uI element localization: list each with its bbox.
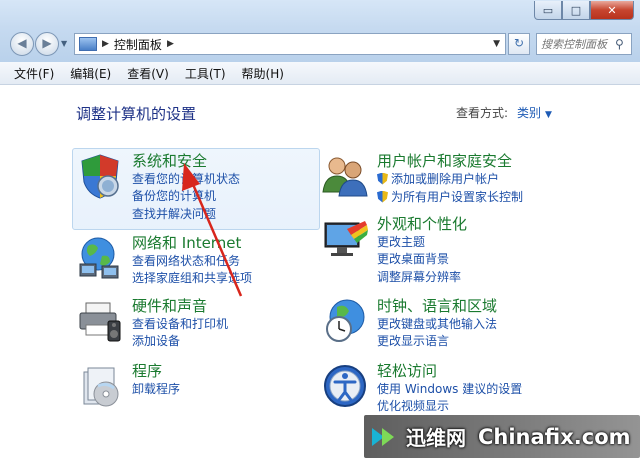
category-title[interactable]: 轻松访问 [377,360,437,381]
link-view-computer-status[interactable]: 查看您的计算机状态 [132,170,240,187]
view-by-dropdown[interactable]: 类别 ▼ [517,104,552,121]
link-change-theme[interactable]: 更改主题 [377,233,425,250]
watermark-content: 迅维网 Chinafix.com [368,420,631,454]
link-view-network-status[interactable]: 查看网络状态和任务 [132,252,240,269]
address-dropdown-icon[interactable]: ▼ [493,39,500,49]
category-network-internet: 网络和 Internet 查看网络状态和任务 选择家庭组和共享选项 [76,232,316,286]
control-panel-icon [79,37,97,51]
recent-pages-dropdown[interactable]: ▼ [61,39,67,48]
category-title[interactable]: 硬件和声音 [132,295,207,316]
category-clock-region: 时钟、语言和区域 更改键盘或其他输入法 更改显示语言 [321,295,621,350]
menu-help[interactable]: 帮助(H) [242,65,284,82]
search-box[interactable]: ⚲ [536,33,632,55]
category-title[interactable]: 时钟、语言和区域 [377,295,497,316]
link-text[interactable]: 为所有用户设置家长控制 [391,188,523,205]
view-by-label: 查看方式: [456,106,509,120]
back-arrow-icon: ◀ [17,36,27,50]
category-title[interactable]: 程序 [132,360,162,381]
uac-shield-icon [377,190,388,203]
link-find-fix-problems[interactable]: 查找并解决问题 [132,205,216,222]
link-text[interactable]: 添加或删除用户帐户 [391,170,499,187]
menu-edit[interactable]: 编辑(E) [70,65,111,82]
control-panel-window: ▭ □ ✕ ◀ ▶ ▼ ▶ 控制面板 ▶ ▼ ↻ ⚲ 文件(F) 编辑(E) 查… [0,0,640,458]
ease-of-access-icon[interactable] [321,362,369,410]
search-input[interactable] [541,37,613,51]
view-by-value[interactable]: 类别 [517,106,541,120]
address-bar[interactable]: ▶ 控制面板 ▶ ▼ [74,33,506,55]
breadcrumb-chevron-icon[interactable]: ▶ [102,39,109,49]
user-accounts-icon[interactable] [321,152,369,200]
network-internet-icon[interactable] [76,234,124,282]
link-devices-printers[interactable]: 查看设备和打印机 [132,315,228,332]
forward-arrow-icon: ▶ [42,36,52,50]
page-title: 调整计算机的设置 [76,105,197,123]
link-windows-recommended-settings[interactable]: 使用 Windows 建议的设置 [377,380,522,397]
link-change-keyboard-input[interactable]: 更改键盘或其他输入法 [377,315,497,332]
link-change-display-language[interactable]: 更改显示语言 [377,332,449,349]
watermark-cn: 迅维网 [406,426,466,450]
minimize-button[interactable]: ▭ [534,1,562,20]
category-appearance: 外观和个性化 更改主题 更改桌面背景 调整屏幕分辨率 [321,213,621,285]
watermark: 迅维网 Chinafix.com [364,415,640,458]
category-title[interactable]: 外观和个性化 [377,213,467,234]
link-optimize-visual-display[interactable]: 优化视频显示 [377,397,449,414]
hardware-sound-icon[interactable] [76,297,124,345]
uac-shield-icon [377,172,388,185]
breadcrumb-control-panel[interactable]: 控制面板 [114,36,162,53]
forward-button[interactable]: ▶ [35,32,59,56]
window-chrome: ▭ □ ✕ ◀ ▶ ▼ ▶ 控制面板 ▶ ▼ ↻ ⚲ [0,0,640,63]
close-button[interactable]: ✕ [590,1,634,20]
category-title[interactable]: 网络和 Internet [132,232,241,253]
chinafix-logo-icon [372,427,394,446]
breadcrumb-chevron-icon[interactable]: ▶ [167,39,174,49]
link-adjust-resolution[interactable]: 调整屏幕分辨率 [377,268,461,285]
category-user-accounts: 用户帐户和家庭安全 添加或删除用户帐户 为所有用户设置家长控制 [321,150,621,205]
clock-region-icon[interactable] [321,297,369,345]
link-uninstall-program[interactable]: 卸载程序 [132,380,180,397]
link-add-device[interactable]: 添加设备 [132,332,180,349]
back-button[interactable]: ◀ [10,32,34,56]
watermark-en: Chinafix.com [478,424,631,449]
category-ease-of-access: 轻松访问 使用 Windows 建议的设置 优化视频显示 [321,360,621,415]
category-hardware-sound: 硬件和声音 查看设备和打印机 添加设备 [76,295,316,349]
category-programs: 程序 卸载程序 [76,360,316,412]
menu-bar: 文件(F) 编辑(E) 查看(V) 工具(T) 帮助(H) [0,62,640,85]
refresh-icon: ↻ [513,36,525,50]
menu-view[interactable]: 查看(V) [127,65,169,82]
chevron-down-icon[interactable]: ▼ [545,110,552,120]
programs-icon[interactable] [76,362,124,410]
category-title[interactable]: 系统和安全 [132,150,207,171]
appearance-icon[interactable] [321,215,369,263]
category-title[interactable]: 用户帐户和家庭安全 [377,150,512,171]
category-system-security: 系统和安全 查看您的计算机状态 备份您的计算机 查找并解决问题 [76,150,316,225]
maximize-button[interactable]: □ [562,1,590,20]
search-icon[interactable]: ⚲ [615,37,624,51]
system-security-icon[interactable] [76,152,124,200]
menu-file[interactable]: 文件(F) [14,65,54,82]
link-add-remove-accounts[interactable]: 添加或删除用户帐户 [377,170,499,187]
menu-tools[interactable]: 工具(T) [185,65,226,82]
link-homegroup-sharing[interactable]: 选择家庭组和共享选项 [132,269,252,286]
refresh-button[interactable]: ↻ [508,33,530,55]
link-change-desktop-background[interactable]: 更改桌面背景 [377,250,449,267]
link-backup-computer[interactable]: 备份您的计算机 [132,187,216,204]
link-parental-controls[interactable]: 为所有用户设置家长控制 [377,188,523,205]
caption-buttons: ▭ □ ✕ [534,1,634,20]
